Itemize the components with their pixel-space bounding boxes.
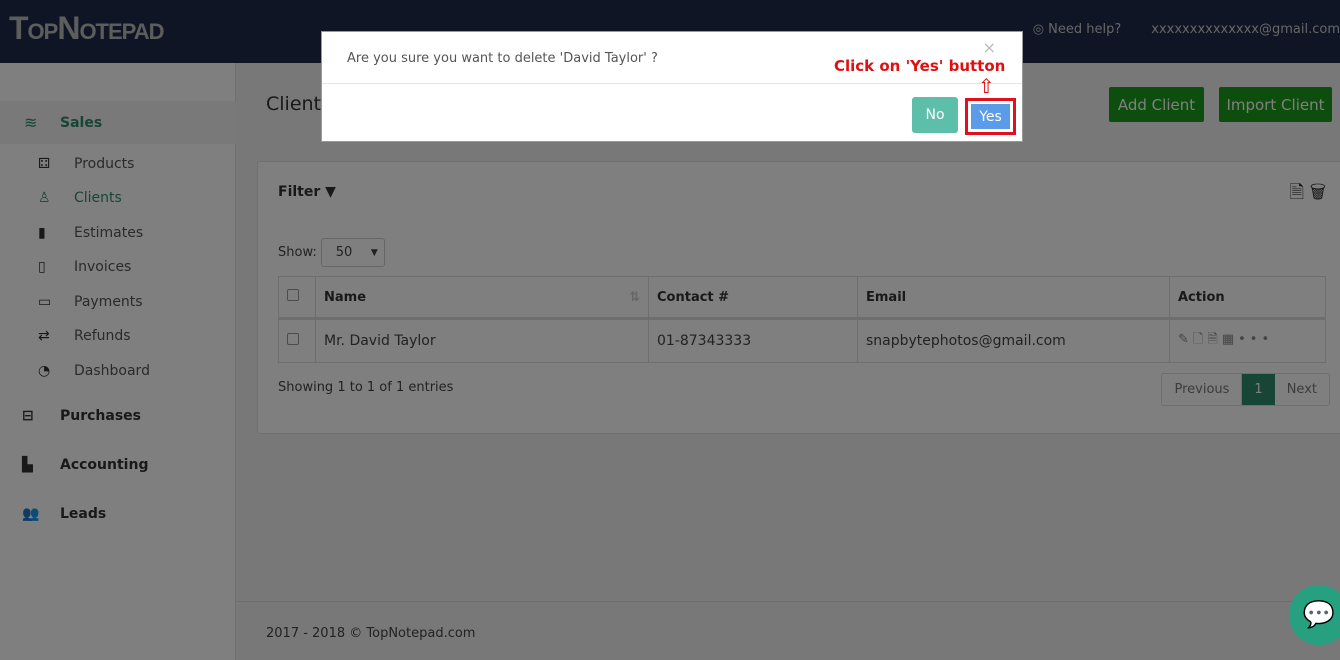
divider	[322, 83, 1022, 84]
annotation-highlight-box: Yes	[965, 98, 1016, 135]
close-icon[interactable]: ×	[983, 38, 996, 57]
chat-button[interactable]: 💬	[1289, 585, 1340, 645]
no-button[interactable]: No	[912, 97, 958, 133]
annotation-text: Click on 'Yes' button	[834, 57, 1006, 75]
yes-button[interactable]: Yes	[971, 104, 1010, 129]
arrow-up-icon: ⇧	[978, 74, 995, 98]
delete-confirm-dialog: Are you sure you want to delete 'David T…	[321, 31, 1023, 142]
confirm-message: Are you sure you want to delete 'David T…	[347, 51, 658, 66]
chat-bubbles-icon: 💬	[1302, 600, 1336, 630]
